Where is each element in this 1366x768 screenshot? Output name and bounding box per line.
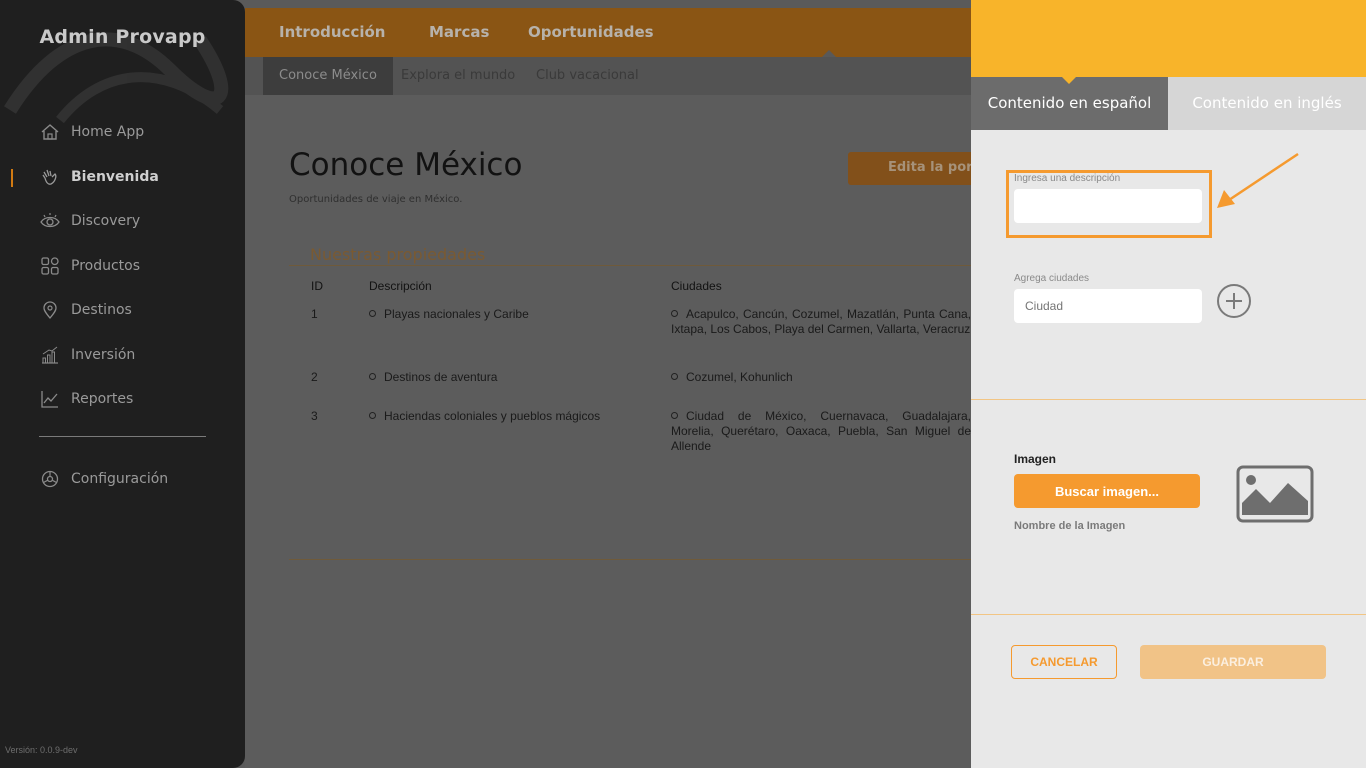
table-cell-id: 1 — [311, 307, 318, 321]
cities-text: Ciudad de México, Cuernavaca, Guadalajar… — [671, 409, 971, 453]
bullet-icon — [671, 373, 678, 380]
section-title: Nuestras propiedades — [310, 245, 486, 264]
sidebar-item-home-app[interactable]: Home App — [0, 110, 245, 155]
sidebar-item-discovery[interactable]: Discovery — [0, 199, 245, 244]
sidebar-item-label: Discovery — [71, 213, 141, 230]
gear-icon — [40, 469, 60, 489]
section-divider — [289, 265, 979, 266]
sidebar: Admin Provapp Home App Bienvenida Discov… — [0, 0, 245, 768]
table-cell-id: 2 — [311, 370, 318, 384]
tab-introduccion[interactable]: Introducción — [279, 23, 385, 41]
description-input[interactable] — [1014, 189, 1202, 223]
bullet-icon — [369, 412, 376, 419]
tab-oportunidades[interactable]: Oportunidades — [528, 23, 654, 41]
table-cell-cities: Acapulco, Cancún, Cozumel, Mazatlán, Pun… — [671, 307, 971, 337]
sidebar-item-reportes[interactable]: Reportes — [0, 377, 245, 422]
sidebar-item-label: Inversión — [71, 346, 136, 363]
bar-chart-icon — [40, 345, 60, 365]
sidebar-item-label: Bienvenida — [71, 168, 159, 185]
table-cell-cities: Ciudad de México, Cuernavaca, Guadalajar… — [671, 409, 971, 454]
panel-header — [971, 0, 1366, 84]
annotation-arrow-icon — [1217, 152, 1299, 208]
subtab-club-vacacional[interactable]: Club vacacional — [536, 57, 639, 95]
sidebar-item-label: Productos — [71, 257, 141, 274]
bullet-icon — [671, 412, 678, 419]
bullet-icon — [671, 310, 678, 317]
wave-hand-icon — [40, 167, 60, 187]
line-chart-icon — [40, 389, 60, 409]
table-cell-id: 3 — [311, 409, 318, 423]
column-header-description: Descripción — [369, 279, 432, 293]
save-button[interactable]: GUARDAR — [1140, 645, 1326, 679]
active-tab-caret — [822, 50, 836, 57]
subtab-conoce-mexico[interactable]: Conoce México — [263, 57, 393, 95]
home-icon — [40, 122, 60, 142]
sidebar-item-productos[interactable]: Productos — [0, 244, 245, 289]
cities-text: Cozumel, Kohunlich — [686, 370, 793, 384]
eye-icon — [40, 211, 60, 231]
active-tab-notch — [1062, 77, 1076, 84]
sidebar-item-destinos[interactable]: Destinos — [0, 288, 245, 333]
add-city-icon[interactable] — [1217, 284, 1251, 318]
description-text: Playas nacionales y Caribe — [384, 307, 529, 321]
table-cell-description: Destinos de aventura — [369, 370, 497, 385]
table-cell-description: Playas nacionales y Caribe — [369, 307, 529, 322]
app-brand: Admin Provapp — [39, 26, 206, 48]
sidebar-item-label: Reportes — [71, 391, 134, 408]
table-bottom-divider — [289, 559, 979, 560]
edit-panel: Contenido en español Contenido en inglés… — [971, 0, 1366, 768]
subtab-explora-el-mundo[interactable]: Explora el mundo — [401, 57, 515, 95]
sidebar-item-inversion[interactable]: Inversión — [0, 333, 245, 378]
cities-label: Agrega ciudades — [1014, 273, 1090, 284]
grid-icon — [40, 256, 60, 276]
image-section-title: Imagen — [1014, 452, 1057, 466]
sidebar-item-label: Home App — [71, 124, 145, 141]
cancel-button[interactable]: CANCELAR — [1011, 645, 1117, 679]
image-name-label: Nombre de la Imagen — [1014, 520, 1126, 532]
page-title: Conoce México — [289, 147, 523, 183]
panel-divider — [971, 399, 1366, 400]
sidebar-item-label: Destinos — [71, 302, 132, 319]
description-label: Ingresa una descripción — [1014, 173, 1121, 184]
tab-contenido-espanol[interactable]: Contenido en español — [971, 77, 1168, 130]
city-input[interactable] — [1014, 289, 1202, 323]
page-subtitle: Oportunidades de viaje en México. — [289, 194, 463, 205]
panel-divider — [971, 614, 1366, 615]
sidebar-item-bienvenida[interactable]: Bienvenida — [0, 155, 245, 200]
bullet-icon — [369, 310, 376, 317]
column-header-cities: Ciudades — [671, 279, 722, 293]
tab-marcas[interactable]: Marcas — [429, 23, 489, 41]
description-text: Destinos de aventura — [384, 370, 498, 384]
description-text: Haciendas coloniales y pueblos mágicos — [384, 409, 601, 423]
table-cell-cities: Cozumel, Kohunlich — [671, 370, 971, 385]
image-placeholder-icon — [1236, 465, 1314, 523]
cities-text: Acapulco, Cancún, Cozumel, Mazatlán, Pun… — [671, 307, 971, 336]
sidebar-item-label: Configuración — [71, 470, 169, 487]
map-pin-icon — [40, 300, 60, 320]
sidebar-divider — [39, 435, 206, 437]
version-label: Versión: 0.0.9-dev — [5, 745, 78, 755]
bullet-icon — [369, 373, 376, 380]
sidebar-nav: Home App Bienvenida Discovery Productos … — [0, 110, 245, 501]
column-header-id: ID — [311, 279, 323, 293]
sidebar-item-configuracion[interactable]: Configuración — [0, 457, 245, 502]
table-cell-description: Haciendas coloniales y pueblos mágicos — [369, 409, 600, 424]
tab-contenido-ingles[interactable]: Contenido en inglés — [1168, 77, 1366, 130]
search-image-button[interactable]: Buscar imagen... — [1014, 474, 1200, 508]
